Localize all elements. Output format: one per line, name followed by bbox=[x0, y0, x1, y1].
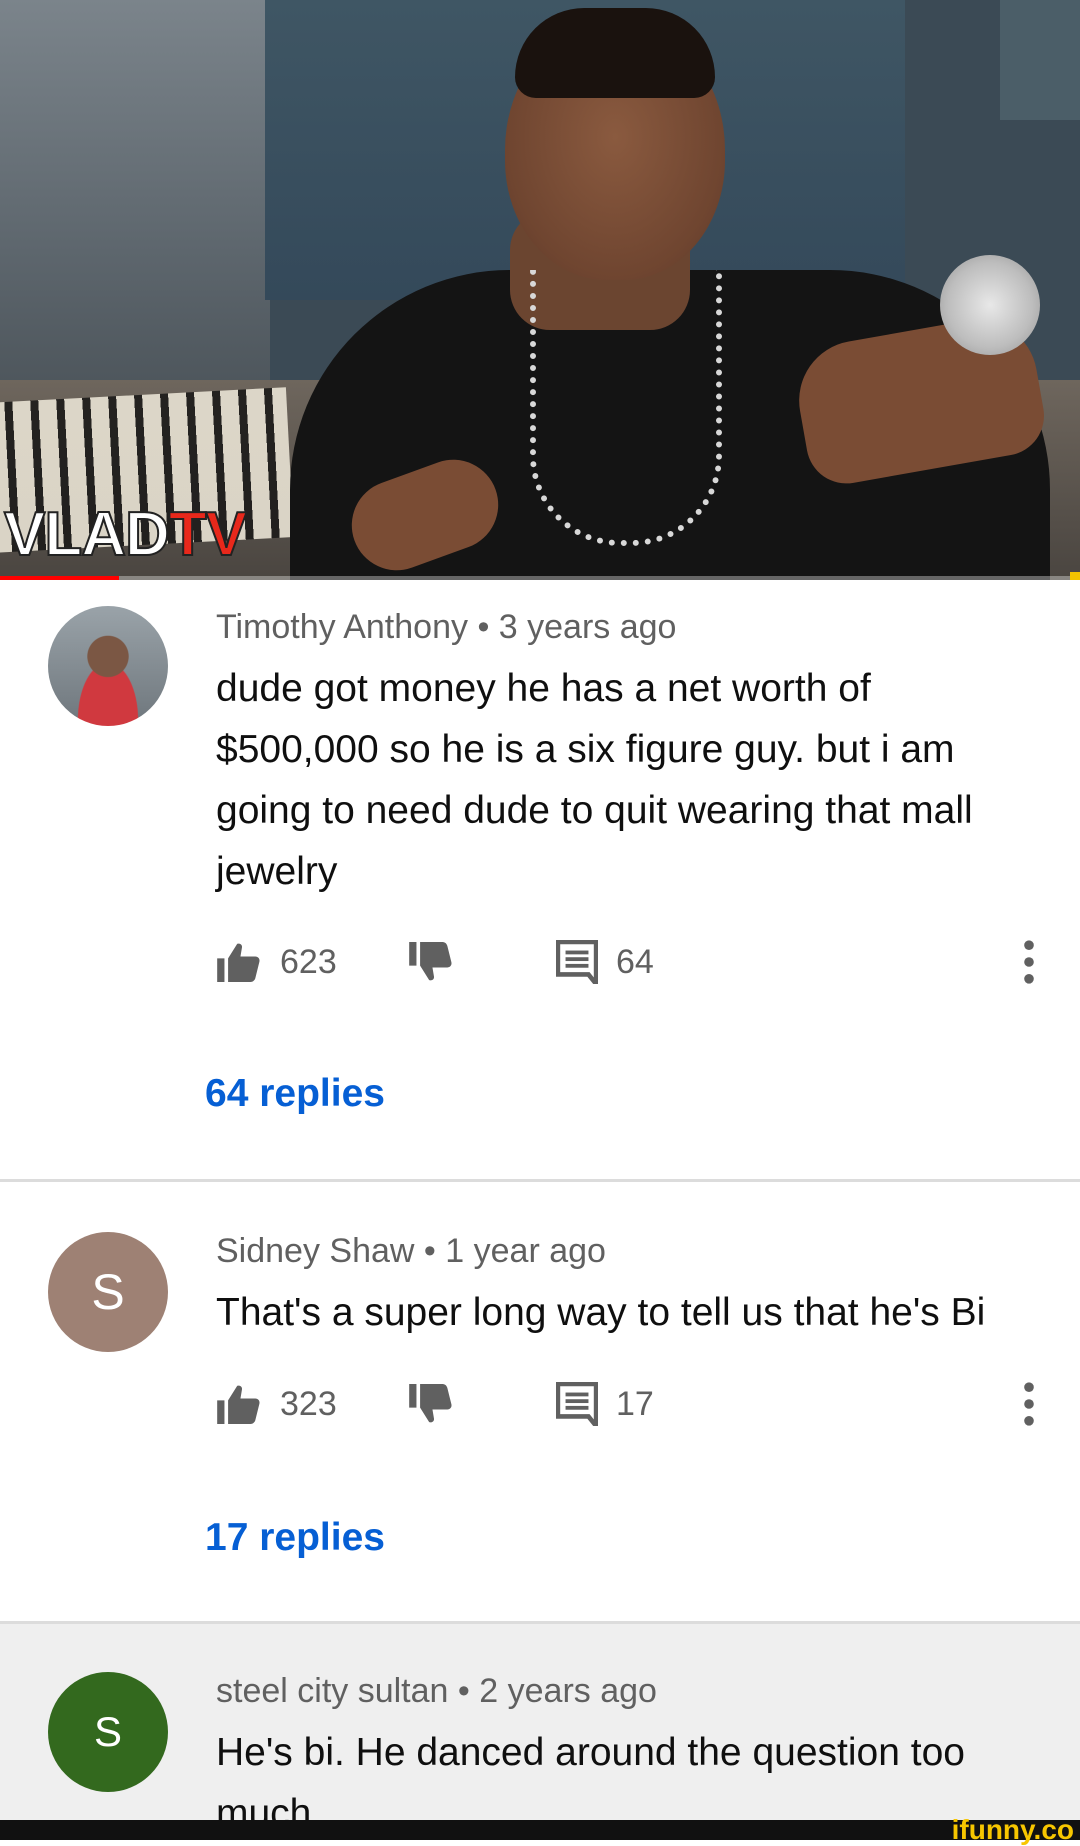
watermark: ifunny.co bbox=[951, 1814, 1074, 1845]
comment-thread-highlighted: S steel city sultan • 2 years ago He's b… bbox=[0, 1624, 1080, 1835]
logo-accent-text: TV bbox=[168, 499, 248, 570]
reply-count: 64 bbox=[616, 942, 654, 981]
video-player[interactable]: VLADTV bbox=[0, 0, 1080, 580]
thumb-up-icon bbox=[217, 1385, 260, 1424]
video-background-panel-right bbox=[1000, 0, 1080, 120]
video-chain bbox=[530, 270, 722, 546]
comment-icon bbox=[556, 940, 598, 984]
thumb-up-icon bbox=[217, 943, 260, 982]
comment-meta: Timothy Anthony • 3 years ago bbox=[216, 608, 676, 647]
comment-text: That's a super long way to tell us that … bbox=[216, 1282, 1046, 1343]
comment-actions: 623 64 bbox=[216, 932, 1046, 992]
avatar[interactable]: S bbox=[48, 1672, 168, 1792]
comment-author[interactable]: Sidney Shaw bbox=[216, 1232, 414, 1270]
avatar[interactable] bbox=[48, 606, 168, 726]
reply-button[interactable]: 64 bbox=[556, 932, 654, 992]
bottom-bar bbox=[0, 1820, 1080, 1840]
comment-timestamp[interactable]: 1 year ago bbox=[445, 1232, 606, 1270]
comment-text: dude got money he has a net worth of $50… bbox=[216, 658, 1046, 902]
video-watch bbox=[940, 255, 1040, 355]
comment-author[interactable]: steel city sultan bbox=[216, 1672, 448, 1710]
more-vert-icon[interactable] bbox=[1012, 1380, 1046, 1428]
progress-bar-fill bbox=[0, 576, 119, 580]
dislike-button[interactable] bbox=[408, 1374, 454, 1434]
comment-text-line: He's bi. He danced around the question t… bbox=[216, 1731, 965, 1774]
video-background bbox=[0, 0, 270, 420]
comment-icon bbox=[556, 1382, 598, 1426]
divider bbox=[0, 1179, 1080, 1182]
video-person-hair bbox=[515, 8, 715, 98]
progress-bar[interactable] bbox=[0, 576, 1080, 580]
reply-count: 17 bbox=[616, 1384, 654, 1423]
more-vert-icon[interactable] bbox=[1012, 938, 1046, 986]
comment-timestamp[interactable]: 3 years ago bbox=[499, 608, 677, 646]
thumb-down-icon bbox=[409, 1384, 452, 1423]
view-replies-link[interactable]: 17 replies bbox=[205, 1516, 385, 1560]
logo-main-text: VLAD bbox=[3, 499, 171, 570]
reply-button[interactable]: 17 bbox=[556, 1374, 654, 1434]
channel-logo: VLADTV bbox=[3, 499, 248, 570]
meta-separator: • bbox=[457, 1672, 470, 1710]
comment-text-line: That's a super long way to tell us that … bbox=[216, 1291, 986, 1334]
view-replies-link[interactable]: 64 replies bbox=[205, 1072, 385, 1116]
like-button[interactable]: 323 bbox=[216, 1374, 337, 1434]
comment-actions: 323 17 bbox=[216, 1374, 1046, 1434]
comment-timestamp[interactable]: 2 years ago bbox=[479, 1672, 657, 1710]
avatar[interactable]: S bbox=[48, 1232, 168, 1352]
comment-meta: steel city sultan • 2 years ago bbox=[216, 1672, 657, 1711]
thumb-down-icon bbox=[409, 942, 452, 981]
avatar-letter: S bbox=[93, 1708, 122, 1755]
progress-marker bbox=[1070, 572, 1080, 580]
like-button[interactable]: 623 bbox=[216, 932, 337, 992]
meta-separator: • bbox=[477, 608, 490, 646]
comment-text-line: going to need dude to quit wearing that … bbox=[216, 789, 973, 832]
meta-separator: • bbox=[423, 1232, 436, 1270]
comment-text-line: dude got money he has a net worth of bbox=[216, 667, 871, 710]
dislike-button[interactable] bbox=[408, 932, 454, 992]
like-count: 623 bbox=[280, 942, 337, 981]
comment-text-line: $500,000 so he is a six figure guy. but … bbox=[216, 728, 955, 771]
comment-author[interactable]: Timothy Anthony bbox=[216, 608, 468, 646]
comment-meta: Sidney Shaw • 1 year ago bbox=[216, 1232, 606, 1271]
comment-text-line: jewelry bbox=[216, 850, 338, 893]
like-count: 323 bbox=[280, 1384, 337, 1423]
avatar-letter: S bbox=[91, 1264, 125, 1320]
